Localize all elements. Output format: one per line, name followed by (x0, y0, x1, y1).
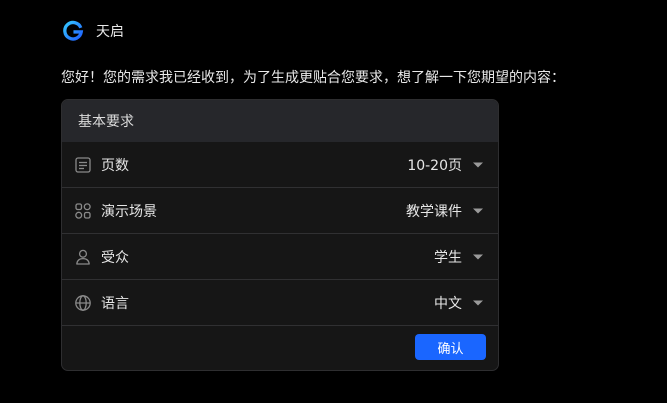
requirements-form: 基本要求 页数 10-20页 演示场景 教学课件 受众 学生 语言 中文 确认 (61, 99, 499, 371)
assistant-name: 天启 (96, 24, 124, 40)
scenario-select[interactable]: 演示场景 教学课件 (62, 188, 498, 234)
form-title: 基本要求 (62, 100, 498, 142)
chevron-down-icon (472, 299, 484, 307)
page-count-value: 10-20页 (407, 157, 462, 174)
assistant-header: 天启 (62, 19, 124, 43)
scenario-value: 教学课件 (406, 203, 462, 220)
confirm-button[interactable]: 确认 (415, 334, 486, 360)
chevron-down-icon (472, 207, 484, 215)
grid-icon (74, 202, 92, 220)
globe-icon (74, 294, 92, 312)
page-count-select[interactable]: 页数 10-20页 (62, 142, 498, 188)
user-icon (74, 248, 92, 266)
page-count-label: 页数 (101, 157, 129, 174)
chevron-down-icon (472, 253, 484, 261)
audience-label: 受众 (101, 249, 129, 266)
language-label: 语言 (101, 295, 129, 312)
audience-value: 学生 (434, 249, 462, 266)
form-footer: 确认 (62, 326, 498, 368)
chat-page: 天启 您好！您的需求我已经收到，为了生成更贴合您要求，想了解一下您期望的内容： … (0, 0, 667, 403)
assistant-message: 您好！您的需求我已经收到，为了生成更贴合您要求，想了解一下您期望的内容： (61, 70, 565, 86)
brand-g-logo-icon (62, 20, 84, 42)
scenario-label: 演示场景 (101, 203, 157, 220)
document-icon (74, 156, 92, 174)
chevron-down-icon (472, 161, 484, 169)
audience-select[interactable]: 受众 学生 (62, 234, 498, 280)
language-value: 中文 (434, 295, 462, 312)
language-select[interactable]: 语言 中文 (62, 280, 498, 326)
